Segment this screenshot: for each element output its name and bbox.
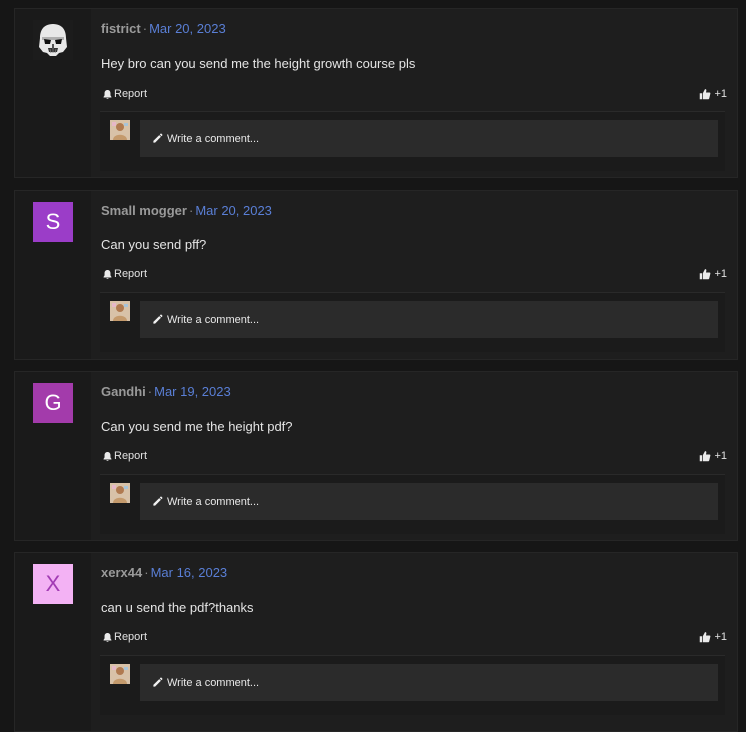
profile-post: X xerx44 · Mar 16, 2023 can u send the pdf… [14, 552, 738, 732]
like-button[interactable]: +1 [699, 88, 727, 100]
comment-box: Write a comment... [100, 655, 725, 715]
letter-avatar[interactable]: X [33, 564, 73, 604]
pencil-icon [153, 314, 163, 324]
write-comment-input[interactable]: Write a comment... [140, 120, 718, 157]
write-comment-input[interactable]: Write a comment... [140, 664, 718, 701]
report-button[interactable]: Report [102, 631, 147, 643]
report-label: Report [114, 450, 148, 462]
author-name[interactable]: xerx44 [101, 565, 142, 580]
post-date[interactable]: Mar 16, 2023 [151, 565, 228, 580]
report-label: Report [114, 631, 148, 643]
post-message: Can you send me the height pdf? [101, 419, 293, 434]
like-button[interactable]: +1 [699, 268, 727, 280]
post-meta: Gandhi · Mar 19, 2023 [101, 384, 231, 399]
like-count: +1 [714, 631, 727, 643]
post-meta: Small mogger · Mar 20, 2023 [101, 203, 272, 218]
comment-placeholder: Write a comment... [167, 132, 260, 145]
author-name[interactable]: fistrict [101, 21, 141, 36]
comment-placeholder: Write a comment... [167, 313, 260, 326]
comment-box: Write a comment... [100, 111, 725, 171]
like-count: +1 [714, 88, 727, 100]
report-button[interactable]: Report [102, 450, 147, 462]
report-label: Report [114, 268, 148, 280]
bell-icon [103, 89, 112, 99]
meta-separator: · [188, 203, 194, 218]
post-date[interactable]: Mar 19, 2023 [154, 384, 231, 399]
author-name[interactable]: Small mogger [101, 203, 187, 218]
report-label: Report [114, 88, 148, 100]
current-user-avatar [110, 664, 130, 684]
report-button[interactable]: Report [102, 88, 147, 100]
meta-separator: · [142, 21, 148, 36]
bell-icon [103, 451, 112, 461]
comment-box: Write a comment... [100, 474, 725, 534]
post-date[interactable]: Mar 20, 2023 [195, 203, 272, 218]
current-user-avatar [110, 120, 130, 140]
bell-icon [103, 269, 112, 279]
report-button[interactable]: Report [102, 268, 147, 280]
thumbs-up-icon [700, 451, 711, 462]
meta-separator: · [144, 565, 149, 580]
post-message: Can you send pff? [101, 237, 207, 252]
post-message: can u send the pdf?thanks [101, 600, 254, 615]
like-button[interactable]: +1 [699, 450, 727, 462]
write-comment-input[interactable]: Write a comment... [140, 483, 718, 520]
thumbs-up-icon [700, 632, 711, 643]
thumbs-up-icon [700, 89, 711, 100]
letter-avatar[interactable]: S [33, 202, 73, 242]
pencil-icon [153, 677, 163, 687]
profile-post: fistrict · Mar 20, 2023 Hey bro can you se… [14, 8, 738, 178]
profile-post: G Gandhi · Mar 19, 2023 Can you send me th… [14, 371, 738, 541]
profile-post: S Small mogger · Mar 20, 2023 Can you send… [14, 190, 738, 360]
like-count: +1 [714, 268, 727, 280]
comment-placeholder: Write a comment... [167, 676, 260, 689]
pencil-icon [153, 496, 163, 506]
letter-avatar[interactable]: G [33, 383, 73, 423]
bell-icon [103, 632, 112, 642]
pencil-icon [153, 133, 163, 143]
thumbs-up-icon [700, 269, 711, 280]
write-comment-input[interactable]: Write a comment... [140, 301, 718, 338]
post-date[interactable]: Mar 20, 2023 [149, 21, 226, 36]
comment-box: Write a comment... [100, 292, 725, 352]
current-user-avatar [110, 301, 130, 321]
like-button[interactable]: +1 [699, 631, 727, 643]
current-user-avatar [110, 483, 130, 503]
comment-placeholder: Write a comment... [167, 495, 260, 508]
author-name[interactable]: Gandhi [101, 384, 146, 399]
like-count: +1 [714, 450, 727, 462]
meta-separator: · [147, 384, 153, 399]
post-meta: xerx44 · Mar 16, 2023 [101, 565, 227, 580]
stormtrooper-avatar-icon[interactable] [33, 20, 73, 60]
post-meta: fistrict · Mar 20, 2023 [101, 21, 226, 36]
post-message: Hey bro can you send me the height growt… [101, 56, 416, 71]
